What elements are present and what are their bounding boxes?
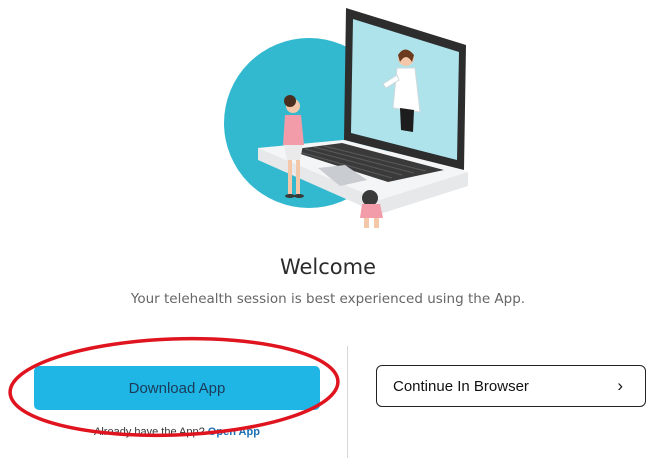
download-app-button[interactable]: Download App [34,366,320,410]
telehealth-illustration [224,8,468,228]
continue-in-browser-button[interactable]: Continue In Browser › [376,365,646,407]
welcome-subtitle: Your telehealth session is best experien… [130,291,526,307]
chevron-right-icon: › [617,376,623,395]
column-divider [347,346,348,458]
continue-in-browser-label: Continue In Browser [393,377,529,395]
already-have-app-label: Already have the App? [94,426,205,438]
already-have-app-text: Already have the App? Open App [34,426,320,438]
open-app-link[interactable]: Open App [208,426,260,438]
welcome-title: Welcome [279,255,377,279]
